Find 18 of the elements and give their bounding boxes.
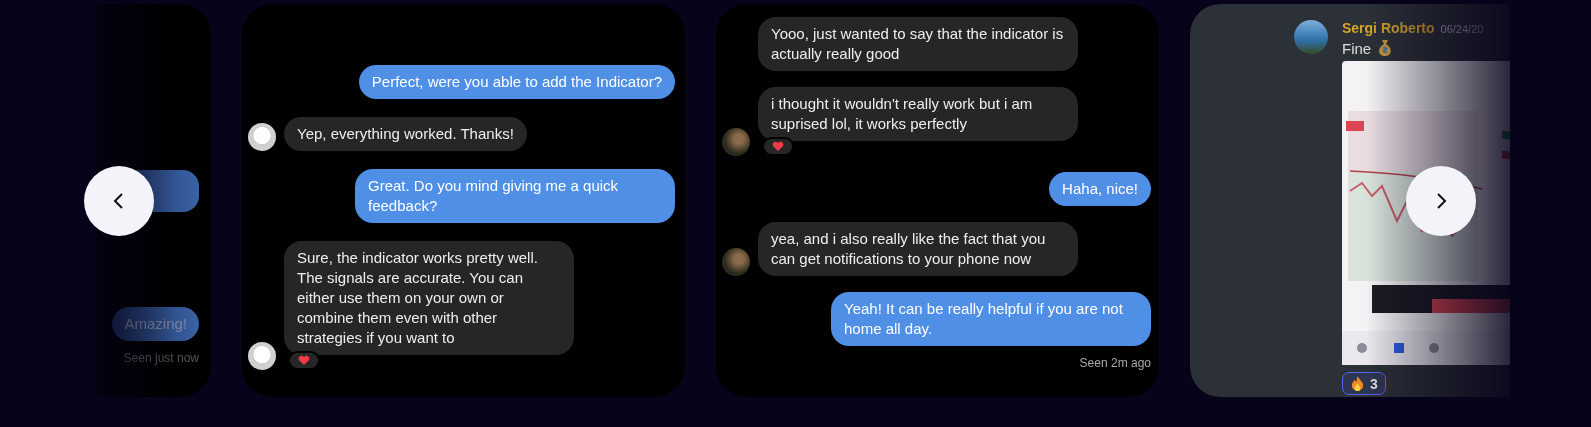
message-text: Fine bbox=[1342, 39, 1372, 57]
message-bubble: Perfect, were you able to add the Indicator? bbox=[358, 65, 675, 99]
message-bubble: Great. Do you mind giving me a quick feedback? bbox=[355, 169, 675, 223]
seen-status: Seen just now bbox=[123, 351, 199, 365]
fire-icon bbox=[1350, 375, 1365, 392]
message-bubble: Sure, the indicator works pretty well. The signals are accurate. You can either use them on your own or combine them even with other strategies if you want to bbox=[284, 241, 574, 355]
message-bubble: Amazing! bbox=[112, 307, 199, 341]
seen-status: Seen 2m ago bbox=[1079, 356, 1151, 370]
message-bubble: yea, and i also really like the fact that you can get notifications to your phone now bbox=[758, 222, 1078, 276]
message-bubble: Yooo, just wanted to say that the indicator is actually really good bbox=[758, 17, 1078, 71]
reaction-chip[interactable]: 3 bbox=[1342, 372, 1386, 395]
message-date: 06/24/20 bbox=[1440, 23, 1484, 35]
message-bubble: Yep, everything worked. Thanks! bbox=[284, 117, 527, 151]
author-name: Sergi Roberto bbox=[1342, 20, 1435, 36]
message-bubble: Yeah! It can be really helpful if you are not home all day. bbox=[831, 292, 1151, 346]
message-bubble: Haha, nice! bbox=[1049, 172, 1151, 206]
message-bubble: i thought it wouldn't really work but i am suprised lol, it works perfectly bbox=[758, 87, 1078, 141]
avatar-icon bbox=[1294, 20, 1328, 54]
